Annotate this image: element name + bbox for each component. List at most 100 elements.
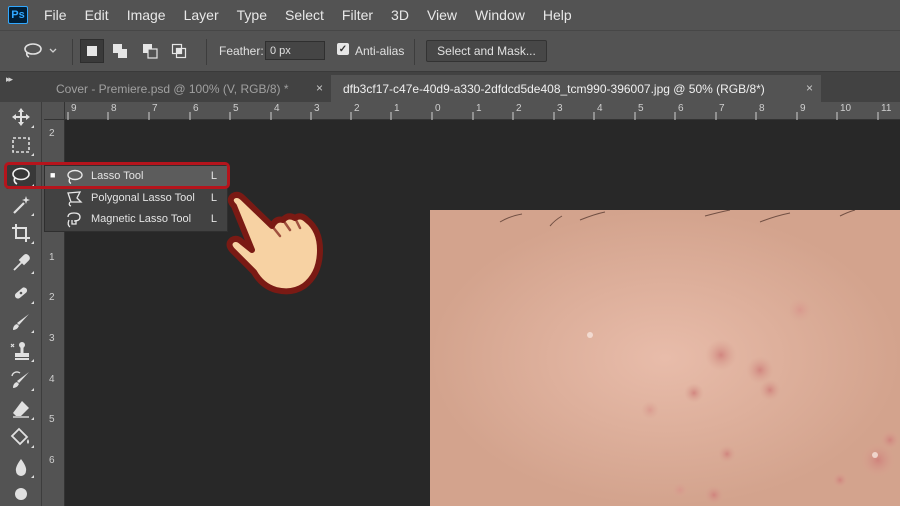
- ruler-label: 7: [152, 103, 158, 114]
- ruler-label: 5: [638, 103, 644, 114]
- tool-group-indicator: [31, 125, 34, 128]
- menu-filter[interactable]: Filter: [342, 7, 373, 23]
- healing-brush-icon: [14, 287, 28, 299]
- new-selection-icon: [87, 46, 97, 56]
- ruler-label: 4: [274, 103, 280, 114]
- tool-group-indicator: [31, 445, 34, 448]
- add-to-selection-icon: [113, 44, 127, 58]
- ruler-label: 6: [678, 103, 684, 114]
- menu-type[interactable]: Type: [237, 7, 267, 23]
- history-brush-icon: [11, 371, 29, 388]
- options-divider: [414, 39, 415, 65]
- magic-wand-icon: [13, 196, 30, 214]
- ruler-label: 7: [719, 103, 725, 114]
- tab-label: Cover - Premiere.psd @ 100% (V, RGB/8) *: [56, 81, 289, 96]
- tool-group-indicator: [31, 153, 34, 156]
- move-tool[interactable]: [6, 104, 36, 130]
- move-icon: [12, 108, 30, 126]
- ruler-label: 1: [476, 103, 482, 114]
- antialias-checkbox[interactable]: ✓: [337, 43, 349, 55]
- dodge-tool[interactable]: [6, 482, 36, 506]
- menu-edit[interactable]: Edit: [85, 7, 109, 23]
- new-selection-button[interactable]: [80, 39, 104, 63]
- add-to-selection-button[interactable]: [108, 39, 132, 63]
- antialias-label: Anti-alias: [355, 44, 405, 58]
- menu-3d[interactable]: 3D: [391, 7, 409, 23]
- subtract-from-selection-button[interactable]: [138, 39, 162, 63]
- ruler-label: 9: [71, 103, 77, 114]
- close-icon[interactable]: ×: [316, 81, 323, 95]
- collapse-panel-icon[interactable]: ▸▸: [6, 74, 13, 85]
- paint-bucket-tool[interactable]: [6, 424, 36, 450]
- feather-input[interactable]: [265, 41, 325, 60]
- ruler-label: 8: [759, 103, 765, 114]
- skin-photo: [430, 210, 900, 506]
- blur-tool[interactable]: [6, 454, 36, 480]
- eyedropper-icon: [13, 254, 30, 271]
- menu-image[interactable]: Image: [127, 7, 166, 23]
- brush-icon: [13, 314, 29, 330]
- ruler-ticks: [67, 112, 879, 120]
- tab-skin-photo[interactable]: dfb3cf17-c47e-40d9-a330-2dfdcd5de408_tcm…: [331, 75, 821, 102]
- photoshop-window: Ps File Edit Image Layer Type Select Fil…: [0, 0, 900, 506]
- menu-file[interactable]: File: [44, 7, 67, 23]
- crop-tool[interactable]: [6, 220, 36, 246]
- options-divider: [206, 39, 207, 65]
- ruler-label: 3: [49, 333, 55, 344]
- menu-help[interactable]: Help: [543, 7, 572, 23]
- ruler-label: 2: [354, 103, 360, 114]
- document-tabs: ▸▸ Cover - Premiere.psd @ 100% (V, RGB/8…: [0, 72, 900, 102]
- ruler-label: 8: [111, 103, 117, 114]
- ruler-label: 11: [881, 103, 892, 114]
- app-logo[interactable]: Ps: [8, 6, 28, 24]
- eraser-tool[interactable]: [6, 396, 36, 422]
- intersect-selection-button[interactable]: [167, 39, 191, 63]
- ruler-label: 5: [233, 103, 239, 114]
- history-brush-tool[interactable]: [6, 367, 36, 393]
- clone-stamp-tool[interactable]: [6, 338, 36, 364]
- tool-group-indicator: [31, 417, 34, 420]
- lasso-icon: [24, 43, 42, 58]
- magnetic-lasso-icon: [67, 212, 81, 228]
- menu-window[interactable]: Window: [475, 7, 525, 23]
- ruler-label: 2: [49, 292, 55, 303]
- flyout-item-shortcut: L: [210, 213, 217, 225]
- tool-group-indicator: [31, 241, 34, 244]
- flyout-item-label: Magnetic Lasso Tool: [91, 213, 192, 225]
- tool-group-indicator: [31, 330, 34, 333]
- pointing-hand-icon: [226, 191, 323, 295]
- tool-preset-picker[interactable]: [22, 40, 62, 62]
- tool-group-indicator: [31, 271, 34, 274]
- brush-tool[interactable]: [6, 309, 36, 335]
- clone-stamp-icon: [10, 342, 29, 360]
- menu-select[interactable]: Select: [285, 7, 324, 23]
- flyout-item-label: Polygonal Lasso Tool: [91, 192, 195, 204]
- ruler-label: 6: [49, 455, 55, 466]
- select-and-mask-button[interactable]: Select and Mask...: [426, 40, 547, 62]
- healing-brush-tool[interactable]: [6, 280, 36, 306]
- tool-group-indicator: [31, 475, 34, 478]
- close-icon[interactable]: ×: [806, 81, 813, 95]
- ruler-label: 9: [800, 103, 806, 114]
- flyout-item-magnetic-lasso[interactable]: Magnetic Lasso Tool L: [45, 209, 227, 230]
- intersect-selection-icon: [171, 43, 187, 59]
- marquee-icon: [12, 137, 30, 153]
- menu-layer[interactable]: Layer: [184, 7, 219, 23]
- dodge-icon: [15, 488, 27, 500]
- marquee-tool[interactable]: [6, 132, 36, 158]
- document-image[interactable]: [430, 210, 900, 506]
- ruler-label: 4: [49, 374, 55, 385]
- horizontal-ruler[interactable]: 9 8 7 6 5 4 3 2 1 0 1 2 3 4 5 6 7 8 9 10…: [65, 102, 900, 120]
- flyout-item-polygonal-lasso[interactable]: Polygonal Lasso Tool L: [45, 188, 227, 209]
- chevron-down-icon: [49, 48, 57, 53]
- ruler-origin[interactable]: [44, 102, 65, 120]
- tab-cover-premiere[interactable]: Cover - Premiere.psd @ 100% (V, RGB/8) *…: [44, 75, 331, 102]
- ruler-label: 1: [394, 103, 400, 114]
- tool-group-indicator: [31, 213, 34, 216]
- ruler-label: 1: [49, 252, 55, 263]
- eyedropper-tool[interactable]: [6, 250, 36, 276]
- magic-wand-tool[interactable]: [6, 192, 36, 218]
- tool-group-indicator: [31, 359, 34, 362]
- menu-bar: Ps File Edit Image Layer Type Select Fil…: [0, 0, 900, 30]
- menu-view[interactable]: View: [427, 7, 457, 23]
